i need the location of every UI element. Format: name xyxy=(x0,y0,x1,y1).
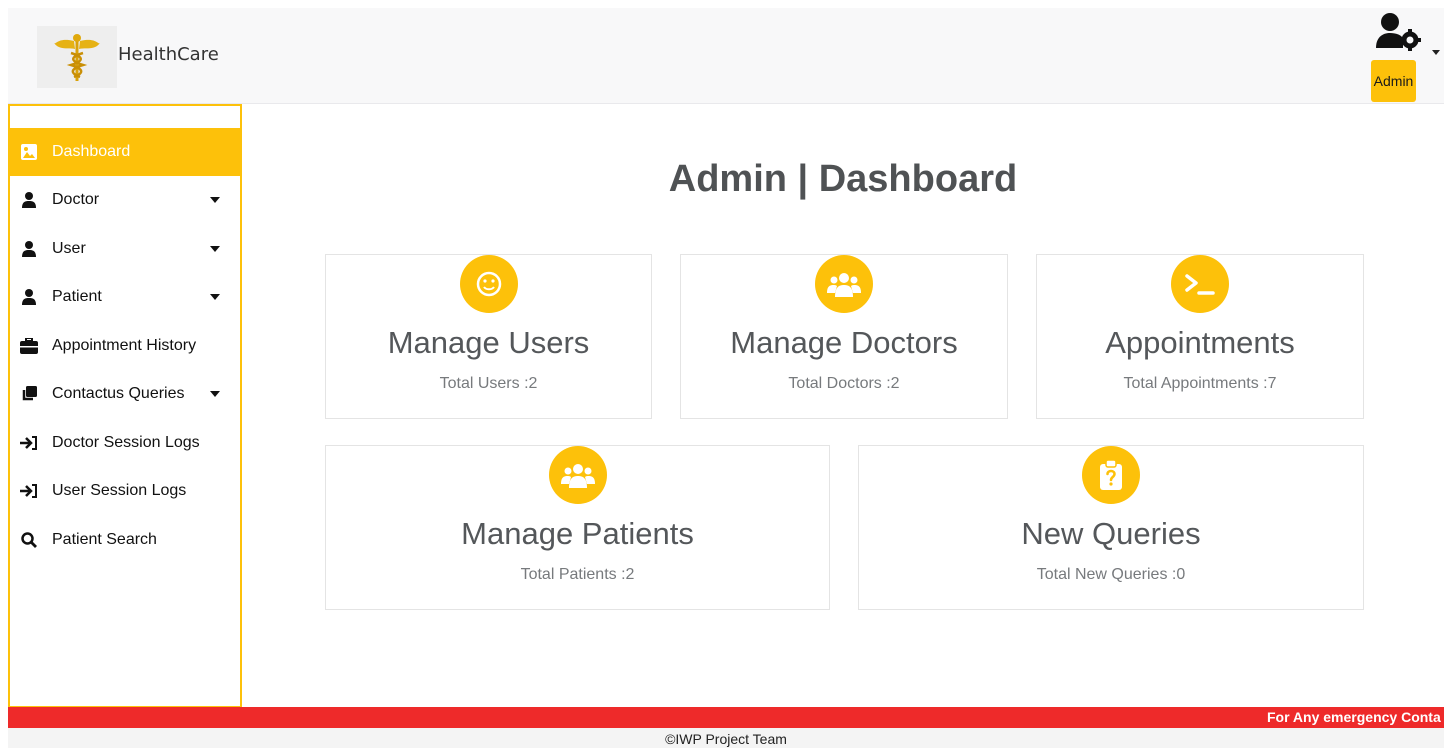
card-title: Manage Patients xyxy=(461,516,694,551)
card-title: New Queries xyxy=(1021,516,1201,551)
caret-down-icon xyxy=(210,246,220,252)
user-cog-icon[interactable] xyxy=(1376,12,1430,57)
brand-name[interactable]: HealthCare xyxy=(118,44,219,65)
sidebar-item-label: Patient Search xyxy=(52,531,157,548)
card-title: Manage Users xyxy=(387,325,590,360)
emergency-banner: For Any emergency Conta xyxy=(8,707,1444,728)
terminal-icon xyxy=(1171,255,1229,313)
sidebar-item-label: User Session Logs xyxy=(52,482,187,499)
sidebar-item-appointment-history[interactable]: Appointment History xyxy=(10,322,240,370)
caret-down-icon xyxy=(210,197,220,203)
copy-icon xyxy=(20,385,38,403)
sidebar-item-contactus-queries[interactable]: Contactus Queries xyxy=(10,370,240,418)
user-icon xyxy=(20,191,38,209)
card-title: Manage Doctors xyxy=(730,325,958,360)
clipboard-question-icon xyxy=(1082,446,1140,504)
sidebar-item-label: Doctor Session Logs xyxy=(52,434,200,451)
sidebar-item-patient-search[interactable]: Patient Search xyxy=(10,516,240,564)
sidebar-item-label: Dashboard xyxy=(52,143,131,160)
admin-menu[interactable]: Admin xyxy=(1370,12,1444,102)
card-manage-patients[interactable]: Manage Patients Total Patients :2 xyxy=(325,445,830,610)
caret-down-icon xyxy=(210,391,220,397)
card-manage-users[interactable]: Manage Users Total Users :2 xyxy=(325,254,652,419)
top-header: HealthCare Admin xyxy=(8,8,1444,104)
card-new-queries[interactable]: New Queries Total New Queries :0 xyxy=(858,445,1364,610)
card-count: Total New Queries :0 xyxy=(1036,566,1186,583)
card-count: Total Doctors :2 xyxy=(788,375,900,392)
search-icon xyxy=(20,531,38,549)
sidebar-item-label: Doctor xyxy=(52,191,100,208)
user-icon xyxy=(20,288,38,306)
briefcase-icon xyxy=(20,337,38,355)
card-count: Total Appointments :7 xyxy=(1123,375,1277,392)
sidebar: Dashboard Doctor User Patient Appointmen… xyxy=(8,104,242,708)
image-icon xyxy=(20,143,38,161)
users-icon xyxy=(548,446,607,504)
sidebar-item-patient[interactable]: Patient xyxy=(10,273,240,321)
card-appointments[interactable]: Appointments Total Appointments :7 xyxy=(1036,254,1364,419)
sidebar-item-user-session-logs[interactable]: User Session Logs xyxy=(10,467,240,515)
sidebar-item-doctor[interactable]: Doctor xyxy=(10,176,240,224)
sidebar-item-label: Patient xyxy=(52,288,102,305)
sidebar-item-user[interactable]: User xyxy=(10,225,240,273)
admin-badge[interactable]: Admin xyxy=(1371,60,1416,102)
sidebar-item-doctor-session-logs[interactable]: Doctor Session Logs xyxy=(10,419,240,467)
user-icon xyxy=(20,240,38,258)
sidebar-item-dashboard[interactable]: Dashboard xyxy=(10,128,240,176)
page-title: Admin | Dashboard xyxy=(668,158,1018,200)
card-count: Total Users :2 xyxy=(439,375,538,392)
sign-in-icon xyxy=(20,434,38,452)
caduceus-logo[interactable] xyxy=(37,26,117,88)
card-title: Appointments xyxy=(1105,325,1295,360)
emergency-text: For Any emergency Conta xyxy=(1267,709,1441,725)
chevron-down-icon[interactable] xyxy=(1432,50,1440,55)
sign-in-icon xyxy=(20,482,38,500)
smile-icon xyxy=(459,255,518,313)
caret-down-icon xyxy=(210,294,220,300)
card-count: Total Patients :2 xyxy=(520,566,635,583)
sidebar-item-label: Contactus Queries xyxy=(52,385,185,402)
sidebar-item-label: Appointment History xyxy=(52,337,197,354)
sidebar-item-label: User xyxy=(52,240,86,257)
card-manage-doctors[interactable]: Manage Doctors Total Doctors :2 xyxy=(680,254,1008,419)
users-icon xyxy=(815,255,873,313)
footer: ©IWP Project Team xyxy=(8,728,1444,748)
